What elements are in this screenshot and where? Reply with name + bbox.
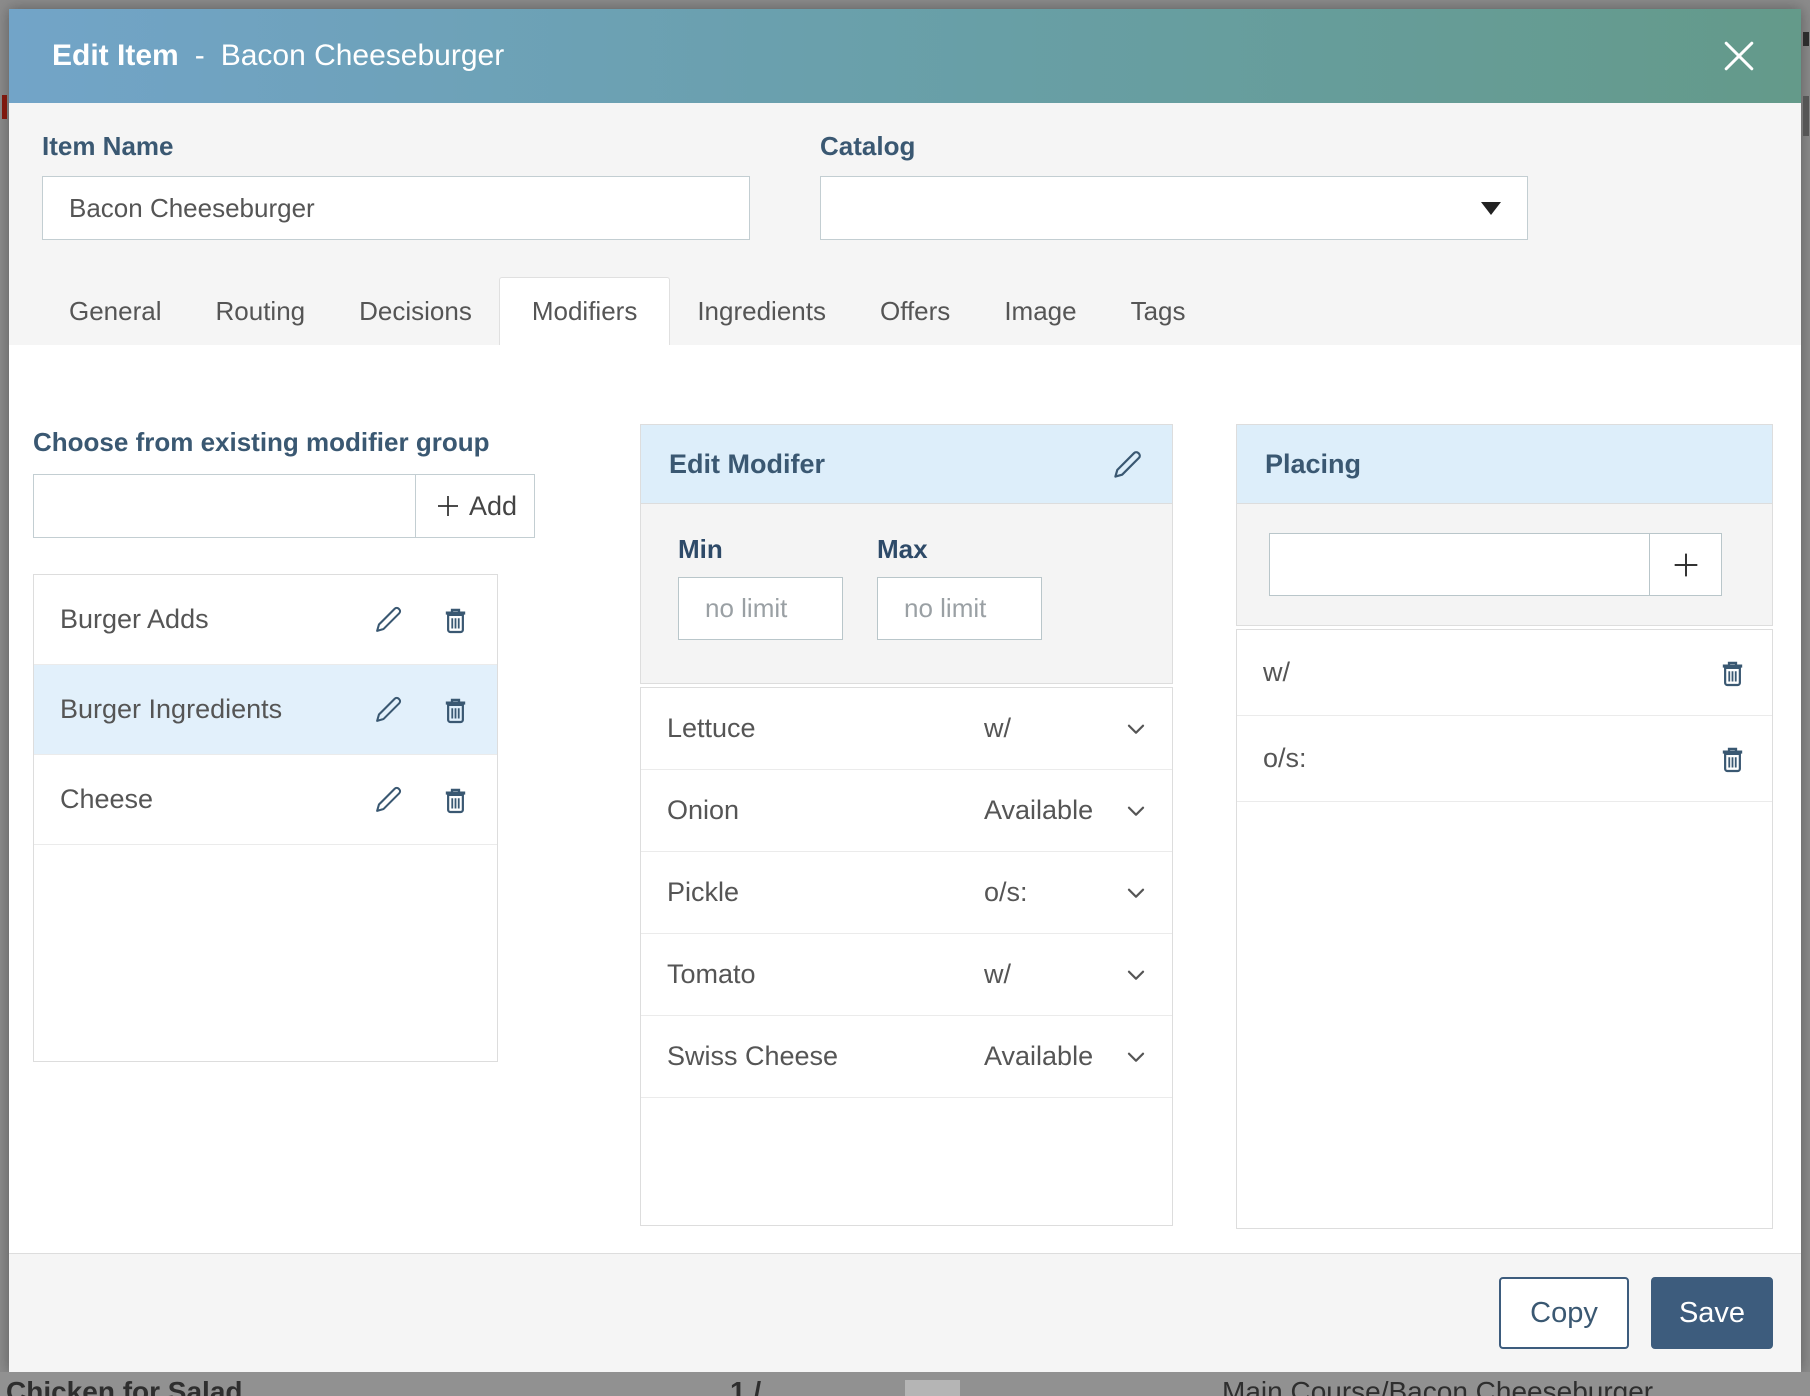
placing-row-o-s[interactable]: o/s: bbox=[1237, 716, 1772, 802]
modifier-group-row-burger-ingredients[interactable]: Burger Ingredients bbox=[34, 665, 497, 755]
delete-trash-icon[interactable] bbox=[440, 694, 471, 725]
chevron-down-icon[interactable] bbox=[1122, 879, 1150, 907]
tab-modifiers[interactable]: Modifiers bbox=[498, 277, 671, 345]
background-scrollbar-artifact bbox=[1803, 32, 1809, 46]
tab-image[interactable]: Image bbox=[977, 277, 1103, 345]
delete-trash-icon[interactable] bbox=[440, 604, 471, 635]
top-fields-section: Item Name Catalog bbox=[9, 103, 1801, 277]
plus-icon bbox=[437, 496, 458, 516]
copy-button[interactable]: Copy bbox=[1499, 1277, 1629, 1349]
edit-pencil-icon[interactable] bbox=[1111, 448, 1144, 481]
item-name-input[interactable] bbox=[42, 176, 750, 240]
modifier-status-value[interactable]: Available bbox=[984, 795, 1122, 826]
modifier-group-list: Burger Adds Burger Ingredients Cheese bbox=[33, 574, 498, 1062]
edit-modifier-panel-header: Edit Modifer bbox=[641, 425, 1172, 503]
placing-row-w[interactable]: w/ bbox=[1237, 630, 1772, 716]
modifier-group-row-cheese[interactable]: Cheese bbox=[34, 755, 497, 845]
tab-tags[interactable]: Tags bbox=[1104, 277, 1213, 345]
modifier-group-add-row: Add bbox=[33, 474, 535, 538]
min-max-section: Min Max bbox=[641, 503, 1172, 683]
placing-heading: Placing bbox=[1265, 448, 1362, 479]
tab-decisions[interactable]: Decisions bbox=[332, 277, 499, 345]
chevron-down-icon[interactable] bbox=[1122, 961, 1150, 989]
tab-offers[interactable]: Offers bbox=[853, 277, 977, 345]
edit-pencil-icon[interactable] bbox=[373, 784, 404, 815]
delete-trash-icon[interactable] bbox=[1717, 657, 1748, 688]
modifier-groups-heading: Choose from existing modifier group bbox=[33, 427, 490, 457]
tab-general[interactable]: General bbox=[42, 277, 189, 345]
add-placing-button[interactable] bbox=[1649, 533, 1722, 596]
max-label: Max bbox=[877, 534, 928, 564]
placing-column: Placing w/ o/s: bbox=[1236, 345, 1773, 1253]
modal-title-prefix: Edit Item bbox=[52, 39, 179, 72]
modifier-row-swiss-cheese[interactable]: Swiss Cheese Available bbox=[641, 1016, 1172, 1098]
max-input[interactable] bbox=[877, 577, 1042, 640]
modifier-status-value[interactable]: Available bbox=[984, 1041, 1122, 1072]
tab-bar: General Routing Decisions Modifiers Ingr… bbox=[9, 277, 1801, 345]
catalog-field-group: Catalog bbox=[820, 131, 1528, 277]
modal-title-item: Bacon Cheeseburger bbox=[220, 39, 505, 72]
chevron-down-icon[interactable] bbox=[1122, 797, 1150, 825]
delete-trash-icon[interactable] bbox=[1717, 743, 1748, 774]
add-button-label: Add bbox=[468, 490, 518, 521]
edit-modifier-column: Edit Modifer Min Max bbox=[640, 345, 1173, 1253]
modifier-status-value[interactable]: w/ bbox=[984, 959, 1122, 990]
modifier-group-row-burger-adds[interactable]: Burger Adds bbox=[34, 575, 497, 665]
tab-ingredients[interactable]: Ingredients bbox=[670, 277, 853, 345]
modifier-row-tomato[interactable]: Tomato w/ bbox=[641, 934, 1172, 1016]
modal-footer: Copy Save bbox=[9, 1253, 1801, 1372]
catalog-label: Catalog bbox=[820, 131, 916, 161]
catalog-select[interactable] bbox=[820, 176, 1528, 240]
modifier-row-onion[interactable]: Onion Available bbox=[641, 770, 1172, 852]
min-field-group: Min bbox=[678, 534, 843, 683]
edit-pencil-icon[interactable] bbox=[373, 694, 404, 725]
dropdown-caret-icon bbox=[1481, 202, 1501, 215]
modal-title: Edit Item - Bacon Cheeseburger bbox=[52, 39, 504, 73]
min-input[interactable] bbox=[678, 577, 843, 640]
chevron-down-icon[interactable] bbox=[1122, 1043, 1150, 1071]
modifier-status-value[interactable]: o/s: bbox=[984, 877, 1122, 908]
placing-panel: Placing bbox=[1236, 424, 1773, 626]
background-left-text: Chicken for Salad bbox=[6, 1376, 243, 1396]
placing-input[interactable] bbox=[1269, 533, 1649, 596]
placing-list: w/ o/s: bbox=[1236, 629, 1773, 1229]
plus-icon bbox=[1674, 553, 1697, 576]
placing-add-row bbox=[1269, 533, 1722, 596]
placing-panel-header: Placing bbox=[1237, 425, 1772, 503]
save-button[interactable]: Save bbox=[1651, 1277, 1773, 1349]
background-page-strip: Chicken for Salad 1 / Main Course/Bacon … bbox=[0, 1372, 1810, 1396]
placing-add-section bbox=[1237, 503, 1772, 625]
modifier-row-pickle[interactable]: Pickle o/s: bbox=[641, 852, 1172, 934]
tab-routing[interactable]: Routing bbox=[189, 277, 333, 345]
min-label: Min bbox=[678, 534, 723, 564]
chevron-down-icon[interactable] bbox=[1122, 715, 1150, 743]
modifier-status-value[interactable]: w/ bbox=[984, 713, 1122, 744]
background-gray-box bbox=[905, 1380, 960, 1396]
edit-modifier-heading: Edit Modifer bbox=[669, 448, 825, 479]
item-name-label: Item Name bbox=[42, 131, 174, 161]
edit-item-modal: Edit Item - Bacon Cheeseburger Item Name… bbox=[9, 9, 1801, 1372]
item-name-field-group: Item Name bbox=[42, 131, 750, 277]
modifier-group-search-input[interactable] bbox=[33, 474, 415, 538]
modifier-groups-column: Choose from existing modifier group Add … bbox=[33, 345, 535, 1253]
close-icon[interactable] bbox=[1717, 34, 1761, 78]
modal-title-separator: - bbox=[194, 39, 205, 72]
delete-trash-icon[interactable] bbox=[440, 784, 471, 815]
max-field-group: Max bbox=[877, 534, 1042, 683]
edit-modifier-panel: Edit Modifer Min Max bbox=[640, 424, 1173, 684]
add-modifier-group-button[interactable]: Add bbox=[415, 474, 535, 538]
edit-pencil-icon[interactable] bbox=[373, 604, 404, 635]
modifier-list: Lettuce w/ Onion Available Pickle o/s: T… bbox=[640, 687, 1173, 1226]
modal-header: Edit Item - Bacon Cheeseburger bbox=[9, 9, 1801, 103]
background-edge-artifact bbox=[2, 95, 7, 119]
background-right-text: Main Course/Bacon Cheeseburger bbox=[1222, 1376, 1654, 1396]
background-scrollbar-artifact bbox=[1803, 96, 1809, 136]
modifier-row-lettuce[interactable]: Lettuce w/ bbox=[641, 688, 1172, 770]
background-center-text: 1 / bbox=[730, 1376, 762, 1396]
modifiers-tab-content: Choose from existing modifier group Add … bbox=[9, 345, 1801, 1253]
